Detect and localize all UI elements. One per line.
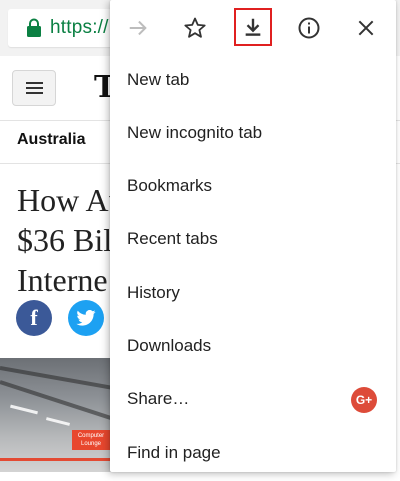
- article-image[interactable]: [0, 358, 112, 472]
- computer-lounge-sign: Computer Lounge: [72, 430, 110, 450]
- bookmark-button[interactable]: [177, 10, 213, 46]
- menu-item-label: New tab: [127, 70, 190, 89]
- article-headline[interactable]: How Au $36 Bil Interne: [17, 180, 112, 300]
- headline-line: $36 Bil: [17, 222, 112, 258]
- menu-item-downloads[interactable]: Downloads: [110, 321, 396, 374]
- menu-item-label: Downloads: [127, 336, 212, 355]
- close-icon: [358, 20, 374, 36]
- overflow-menu: New tab New incognito tab Bookmarks Rece…: [110, 0, 396, 472]
- close-button[interactable]: [348, 10, 384, 46]
- menu-toolbar: [110, 0, 396, 56]
- twitter-icon: [76, 310, 96, 326]
- menu-item-share[interactable]: Share… G+: [110, 374, 396, 427]
- menu-item-label: Find in page: [127, 443, 221, 462]
- menu-item-label: New incognito tab: [127, 123, 263, 142]
- headline-line: Interne: [17, 262, 108, 298]
- lock-icon: [27, 18, 41, 37]
- menu-item-history[interactable]: History: [110, 268, 396, 321]
- hamburger-line-icon: [26, 92, 43, 94]
- facebook-icon: f: [30, 305, 38, 330]
- menu-item-find-in-page[interactable]: Find in page: [110, 428, 396, 481]
- menu-item-recent-tabs[interactable]: Recent tabs: [110, 214, 396, 267]
- download-page-button[interactable]: [234, 8, 272, 46]
- menu-item-new-incognito-tab[interactable]: New incognito tab: [110, 108, 396, 161]
- menu-item-bookmarks[interactable]: Bookmarks: [110, 161, 396, 214]
- facebook-share-button[interactable]: f: [16, 300, 52, 336]
- page-info-button[interactable]: [291, 10, 327, 46]
- url-text: https://: [50, 17, 109, 38]
- menu-item-label: Bookmarks: [127, 176, 213, 195]
- star-icon: [184, 17, 206, 38]
- download-icon: [245, 18, 261, 36]
- menu-item-label: History: [127, 283, 180, 302]
- info-icon: [298, 17, 320, 39]
- twitter-share-button[interactable]: [68, 300, 104, 336]
- headline-line: How Au: [17, 182, 112, 218]
- google-plus-icon[interactable]: G+: [351, 387, 377, 413]
- menu-item-label: Share…: [127, 389, 190, 408]
- hamburger-menu-button[interactable]: [12, 70, 56, 106]
- menu-item-label: Recent tabs: [127, 229, 218, 248]
- hamburger-line-icon: [26, 82, 43, 84]
- hamburger-line-icon: [26, 87, 43, 89]
- forward-arrow-icon: [129, 20, 147, 36]
- forward-button[interactable]: [120, 10, 156, 46]
- menu-item-new-tab[interactable]: New tab: [110, 55, 396, 108]
- section-label[interactable]: Australia: [17, 131, 85, 149]
